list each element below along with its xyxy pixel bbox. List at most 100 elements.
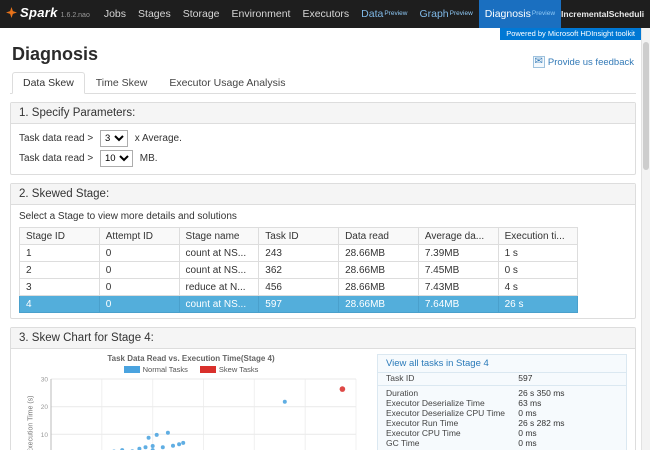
column-header-data-read[interactable]: Data read [338,227,419,245]
chart-title: Task Data Read vs. Execution Time(Stage … [107,354,275,363]
stage-cell: 26 s [497,295,579,313]
parameters-panel-body: Task data read > 3 x Average. Task data … [11,124,635,174]
spark-logo[interactable]: Spark 1.6.2.nao [6,5,90,23]
nav-item-environment[interactable]: Environment [226,0,297,28]
nav-item-label: Graph [419,8,449,20]
task-point[interactable] [339,386,346,392]
tab-time-skew[interactable]: Time Skew [85,72,159,94]
column-header-average-da-[interactable]: Average da... [417,227,499,245]
nav-item-storage[interactable]: Storage [177,0,226,28]
task-point[interactable] [282,399,287,404]
navbar-menu: Jobs Stages Storage Environment Executors Dat… [98,0,562,28]
skewed-stage-panel-body: Select a Stage to view more details and … [11,205,635,318]
task-details-panel: View all tasks in Stage 4 Task ID 597 Dura… [377,354,627,450]
task-point[interactable] [181,440,186,445]
task-point[interactable] [150,444,155,448]
task-point[interactable] [146,435,151,440]
nav-item-diagnosis[interactable]: Diagnosis Preview [478,0,562,28]
top-navbar: Spark 1.6.2.nao Jobs Stages Storage Environ… [0,0,650,28]
stage-cell: 0 [98,278,180,296]
stage-cell: 7.64MB [417,295,499,313]
task-point[interactable] [160,445,165,450]
y-tick-label: 10 [41,432,49,439]
nav-item-label: Jobs [103,8,127,20]
feedback-link[interactable]: ✉ Provide us feedback [532,56,634,68]
column-header-attempt-id[interactable]: Attempt ID [98,227,180,245]
nav-item-label: Diagnosis [484,8,531,20]
diagnosis-tabs: Data Skew Time Skew Executor Usage Analysi… [10,72,636,94]
column-header-stage-id[interactable]: Stage ID [19,227,100,245]
param-size-suffix: MB. [139,153,158,164]
column-header-stage-name[interactable]: Stage name [178,227,260,245]
stage-cell: 597 [258,295,340,313]
legend-swatch [123,366,140,373]
diagnosis-page: Spark 1.6.2.nao Jobs Stages Storage Environ… [0,0,650,450]
task-point[interactable] [165,430,170,435]
vertical-scrollbar[interactable] [641,28,650,450]
stage-cell: 1 [19,244,100,262]
stage-table-header-row: Stage ID Attempt ID Stage name Task ID Data … [19,227,579,245]
stage-cell: count at NS... [178,295,260,313]
stage-cell: 4 [19,295,100,313]
stage-row-3[interactable]: 3 0 reduce at N... 456 28.66MB 7.43MB 4 s [19,278,579,296]
skew-chart-panel: 3. Skew Chart for Stage 4: Task Data Rea… [10,327,636,450]
nav-item-graph[interactable]: Graph Preview [413,0,478,28]
detail-value: 26 s 282 ms [518,418,565,428]
tab-data-skew[interactable]: Data Skew [12,72,85,94]
parameters-panel-title: 1. Specify Parameters: [11,103,635,124]
stage-cell: reduce at N... [178,278,260,296]
stage-row-1[interactable]: 1 0 count at NS... 243 28.66MB 7.39MB 1 s [19,244,579,262]
tab-label: Time Skew [95,77,148,89]
nav-item-data[interactable]: Data Preview [355,0,413,28]
parameters-panel: 1. Specify Parameters: Task data read > … [10,102,636,175]
tab-label: Data Skew [23,77,74,89]
stage-cell: 7.43MB [417,278,499,296]
stage-cell: 7.39MB [417,244,499,262]
detail-value: 0 ms [518,428,537,438]
detail-label: Executor Deserialize Time [386,398,485,408]
detail-value: 597 [518,373,533,383]
nav-item-stages[interactable]: Stages [132,0,177,28]
plot-area-wrap: Execution Time (s) 0510152025300102030 [15,375,367,450]
y-tick-label: 20 [41,404,49,411]
stage-cell: 0 [98,244,180,262]
feedback-label: Provide us feedback [547,56,634,68]
stage-cell: 28.66MB [338,261,419,279]
detail-label: Task ID [386,373,415,383]
tab-label: Executor Usage Analysis [169,77,286,89]
size-threshold-select[interactable]: 10 [100,150,133,167]
detail-row-task-id: Task ID 597 [378,373,626,383]
scrollbar-thumb[interactable] [643,42,649,170]
detail-label: Duration [386,388,419,398]
param-ratio-prefix: Task data read > [19,133,94,144]
nav-item-executors[interactable]: Executors [296,0,355,28]
y-axis-label: Execution Time (s) [27,395,35,450]
detail-label: GC Time [386,438,420,448]
skew-chart-panel-body: Task Data Read vs. Execution Time(Stage … [11,349,635,450]
task-point[interactable] [154,432,159,437]
task-details-header: View all tasks in Stage 4 [378,355,626,373]
stage-cell: 0 [98,295,180,313]
stage-row-2[interactable]: 2 0 count at NS... 362 28.66MB 7.45MB 0 s [19,261,579,279]
detail-row-executor-deserialize-cpu-time: Executor Deserialize CPU Time 0 ms [378,408,626,418]
nav-item-jobs[interactable]: Jobs [98,0,132,28]
skewed-stage-table: Stage ID Attempt ID Stage name Task ID Data … [19,227,579,313]
hdinsight-toolkit-badge[interactable]: Powered by Microsoft HDInsight toolkit [500,28,641,40]
stage-select-hint: Select a Stage to view more details and … [19,211,237,222]
ratio-threshold-select[interactable]: 3 [100,130,128,147]
tab-executor-usage-analysis[interactable]: Executor Usage Analysis [158,72,296,94]
task-point[interactable] [177,442,182,447]
detail-label: Executor Run Time [386,418,459,428]
task-point[interactable] [143,445,148,450]
column-header-execution-ti-[interactable]: Execution ti... [497,227,579,245]
stage-cell: 28.66MB [338,244,419,262]
detail-row-executor-cpu-time: Executor CPU Time 0 ms [378,428,626,438]
spark-brand-text: Spark [20,5,58,20]
stage-row-4[interactable]: 4 0 count at NS... 597 28.66MB 7.64MB 26 s [19,295,579,313]
skewed-stage-panel-title: 2. Skewed Stage: [11,184,635,205]
column-header-task-id[interactable]: Task ID [258,227,340,245]
legend-swatch [199,366,216,373]
task-point[interactable] [171,443,175,448]
view-all-tasks-link[interactable]: View all tasks in Stage 4 [386,358,489,369]
detail-row-executor-run-time: Executor Run Time 26 s 282 ms [378,418,626,428]
